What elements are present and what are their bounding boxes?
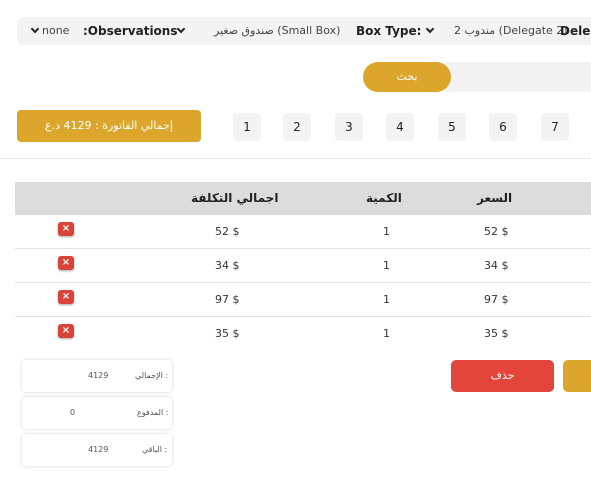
page-button[interactable]: 5 (438, 113, 466, 141)
delegate-chevron-down-icon[interactable] (425, 24, 435, 34)
total-cost-header: اجمالي التكلفة (191, 191, 279, 205)
price-cell: 97 $ (484, 293, 509, 306)
quantity-cell: 1 (383, 259, 390, 272)
price-cell: 52 $ (484, 225, 509, 238)
summary-total-label: الإجمالي : (135, 371, 169, 380)
page-button[interactable]: 3 (335, 113, 363, 141)
items-table: السعر الكمية اجمالي التكلفة 52 $ 1 52 $ … (15, 182, 591, 351)
invoice-total-button[interactable]: إجمالي الفاتورة : 4129 د.ع (17, 110, 201, 142)
filter-bar: Dele مندوب 2 (Delegate 2) Box Type: صندو… (17, 17, 591, 45)
price-header: السعر (477, 191, 513, 205)
table-row: 52 $ 1 52 $ × (15, 215, 591, 249)
delete-row-icon[interactable]: × (58, 290, 74, 304)
secondary-action-button[interactable] (563, 360, 591, 392)
price-cell: 34 $ (484, 259, 509, 272)
table-row: 97 $ 1 97 $ × (15, 283, 591, 317)
table-header: السعر الكمية اجمالي التكلفة (15, 182, 591, 215)
delegate-select[interactable]: مندوب 2 (Delegate 2) (454, 24, 568, 38)
summary-remaining-label: الباقي : (142, 445, 168, 454)
box-type-select[interactable]: صندوق صغير (Small Box) (214, 24, 340, 38)
search-button[interactable]: بحث (363, 62, 451, 92)
total-cell: 34 $ (215, 259, 240, 272)
section-divider (0, 158, 591, 159)
summary-paid: المدفوع : 0 (22, 397, 172, 429)
table-row: 34 $ 1 34 $ × (15, 249, 591, 283)
delete-row-icon[interactable]: × (58, 222, 74, 236)
delete-button[interactable]: حذف (451, 360, 554, 392)
summary-remaining: الباقي : 4129 (22, 434, 172, 466)
summary-total: الإجمالي : 4129 (22, 360, 172, 392)
delete-row-icon[interactable]: × (58, 256, 74, 270)
box-type-label: Box Type: (356, 24, 422, 38)
price-cell: 35 $ (484, 327, 509, 340)
quantity-cell: 1 (383, 327, 390, 340)
search-input[interactable] (440, 62, 591, 92)
total-cell: 97 $ (215, 293, 240, 306)
summary-total-value: 4129 (88, 371, 109, 380)
total-cell: 52 $ (215, 225, 240, 238)
page-button[interactable]: 6 (489, 113, 517, 141)
quantity-header: الكمية (366, 191, 402, 205)
observations-select[interactable]: none (42, 24, 69, 38)
observations-chevron-down-icon[interactable] (30, 24, 40, 34)
summary-remaining-value: 4129 (88, 445, 109, 454)
page-button[interactable]: 2 (283, 113, 311, 141)
summary-paid-value: 0 (70, 408, 76, 417)
observations-label: :Observations (83, 24, 178, 38)
total-cell: 35 $ (215, 327, 240, 340)
box-type-chevron-down-icon[interactable] (176, 24, 186, 34)
quantity-cell: 1 (383, 293, 390, 306)
page-button[interactable]: 1 (233, 113, 261, 141)
quantity-cell: 1 (383, 225, 390, 238)
summary-paid-label: المدفوع : (137, 408, 169, 417)
page-button[interactable]: 4 (386, 113, 414, 141)
delete-row-icon[interactable]: × (58, 324, 74, 338)
search-row: بحث (0, 62, 591, 92)
table-row: 35 $ 1 35 $ × (15, 317, 591, 351)
page-button[interactable]: 7 (541, 113, 569, 141)
